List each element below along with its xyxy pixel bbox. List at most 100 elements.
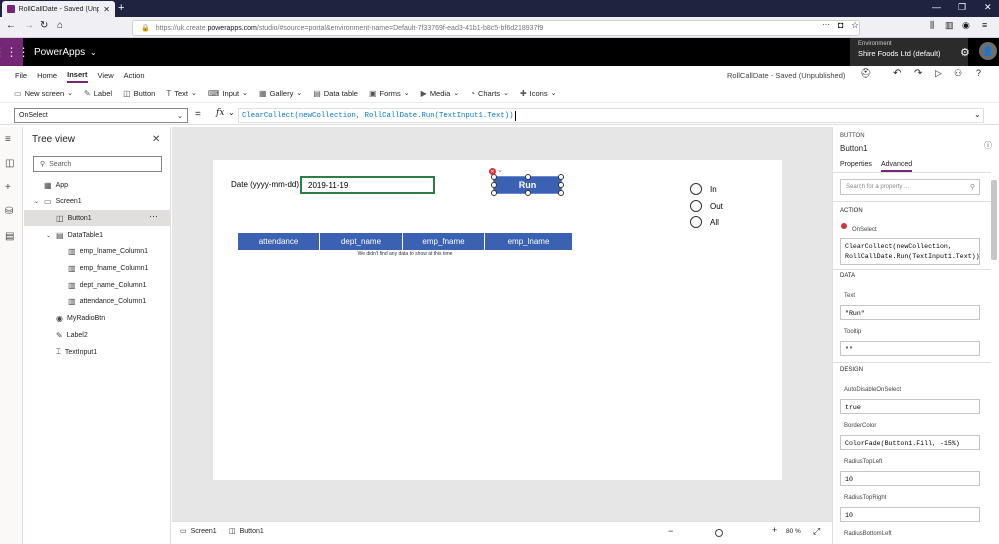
close-icon[interactable]: ✕ [152,134,160,145]
ribbon-button-icons[interactable]: ✚ Icons ⌄ [520,89,557,98]
resize-handle[interactable] [525,174,531,180]
ribbon-button-new-screen[interactable]: ▭ New screen ⌄ [14,89,73,98]
ribbon-button-media[interactable]: ▶ Media ⌄ [421,89,459,98]
menu-home[interactable]: Home [37,69,57,82]
ribbon-button-data-table[interactable]: ▤ Data table [313,89,358,98]
app-launcher-icon[interactable]: ⋮⋮⋮ [0,38,30,66]
tab-advanced[interactable]: Advanced [881,161,913,172]
tree-view-icon[interactable]: ◫ [5,158,14,169]
page-actions-icon[interactable]: ··· [822,20,830,29]
menu-action[interactable]: Action [124,69,145,82]
resize-handle[interactable] [558,182,564,188]
tree-item[interactable]: ▦ App [24,177,171,193]
close-tab-icon[interactable]: ✕ [103,5,110,14]
back-icon[interactable]: ← [6,20,16,31]
resize-handle[interactable] [491,182,497,188]
property-search-input[interactable]: Search for a property ... ⚲ [840,179,980,195]
formula-expand-icon[interactable]: ⌄ [974,110,981,119]
resize-handle[interactable] [558,174,564,180]
tree-search-input[interactable]: ⚲ Search [33,156,162,172]
help-icon[interactable]: ? [976,68,981,78]
tree-item[interactable]: ▥ emp_lname_Column1 [24,244,171,260]
onselect-formula-input[interactable]: ClearCollect(newCollection, RollCallDate… [840,238,980,265]
zoom-slider[interactable] [715,529,723,537]
environment-picker[interactable]: Environment Shire Foods Ltd (default) [850,38,968,66]
date-label[interactable]: Date (yyyy-mm-dd) [231,180,299,189]
pocket-icon[interactable]: ◘ [838,20,843,30]
ribbon-button-gallery[interactable]: ▦ Gallery ⌄ [259,89,302,98]
chevron-down-icon[interactable]: ⌄ [46,232,52,239]
undo-icon[interactable]: ↶ [893,68,901,79]
minimize-icon[interactable]: — [932,2,941,12]
tree-item[interactable]: ▥ attendance_Column1 [24,294,171,310]
column-header[interactable]: dept_name [320,233,403,250]
new-tab-icon[interactable]: + [118,2,124,14]
settings-gear-icon[interactable]: ⚙ [960,46,970,59]
fx-button[interactable]: fx [216,108,224,118]
tree-item[interactable]: ◉ MyRadioBtn [24,311,171,327]
tree-item[interactable]: ⌄ ▤ DataTable1 [24,227,171,243]
redo-icon[interactable]: ↷ [914,68,922,79]
advanced-tools-icon[interactable]: ▤ [5,231,14,242]
zoom-in-button[interactable]: + [772,525,777,535]
tree-item[interactable]: ⌄ ▭ Screen1 [24,194,171,210]
close-window-icon[interactable]: ✕ [984,2,992,13]
app-name[interactable]: PowerApps [34,47,85,58]
column-header[interactable]: emp_fname [403,233,485,250]
column-header[interactable]: attendance [238,233,320,250]
text-property-input[interactable]: "Run" [840,305,980,320]
property-dropdown[interactable]: OnSelect ⌄ [14,108,188,123]
radiustopleft-input[interactable]: 10 [840,471,980,486]
column-header[interactable]: emp_lname [485,233,572,250]
ribbon-button-text[interactable]: T Text ⌄ [166,89,197,98]
error-icon[interactable]: ✕ [489,168,496,175]
ribbon-button-charts[interactable]: ◔ Charts ⌄ [470,89,509,98]
insert-plus-icon[interactable]: + [5,182,11,193]
account-icon[interactable]: ◉ [962,20,970,31]
panel-scrollbar[interactable] [991,180,997,260]
tree-item[interactable]: ▥ emp_fname_Column1 [24,261,171,277]
error-chevron-icon[interactable]: ⌄ [497,166,503,174]
more-options-icon[interactable]: ··· [149,211,158,221]
share-user-icon[interactable]: ⚇ [954,68,962,79]
data-table-header[interactable]: attendance dept_name emp_fname emp_lname [238,233,572,250]
preview-play-icon[interactable]: ▷ [935,68,942,79]
menu-file[interactable]: File [15,69,27,82]
help-circle-icon[interactable]: ⓘ [984,140,992,151]
hamburger-menu-icon[interactable]: ≡ [5,134,11,145]
fit-to-window-icon[interactable]: ⤢ [813,526,820,537]
forward-icon[interactable]: → [24,20,34,31]
chevron-down-icon[interactable]: ⌄ [34,198,40,205]
browser-menu-icon[interactable]: ≡ [982,20,987,30]
radio-option-all[interactable]: All [690,216,719,228]
reload-icon[interactable]: ↻ [40,20,48,31]
avatar[interactable]: 👤 [979,42,997,60]
resize-handle[interactable] [558,190,564,196]
tree-item[interactable]: ✎ Label2 [24,327,171,343]
formula-input[interactable]: ClearCollect(newCollection, RollCallDate… [238,108,984,123]
control-breadcrumb[interactable]: ◫ Button1 [229,527,264,536]
resize-handle[interactable] [491,190,497,196]
browser-tab[interactable]: RollCallDate - Saved (Unpublis ✕ [2,1,115,17]
autodisable-input[interactable]: true [840,399,980,414]
date-text-input[interactable]: 2019-11-19 [300,176,435,194]
ribbon-button-label[interactable]: ✎ Label [84,89,112,98]
tooltip-property-input[interactable]: "" [840,341,980,356]
menu-insert[interactable]: Insert [67,68,88,83]
tree-item[interactable]: ▥ dept_name_Column1 [24,277,171,293]
sidebar-icon[interactable]: ▥ [945,20,954,31]
radio-option-in[interactable]: In [690,183,717,195]
radio-option-out[interactable]: Out [690,200,723,212]
data-sources-icon[interactable]: ⛁ [5,206,13,217]
bookmark-star-icon[interactable]: ☆ [851,20,859,31]
tree-item[interactable]: ⌶ TextInput1 [24,344,171,360]
ribbon-button-forms[interactable]: ▣ Forms ⌄ [369,89,410,98]
bordercolor-input[interactable]: ColorFade(Button1.Fill, -15%) [840,435,980,450]
tab-properties[interactable]: Properties [840,161,872,168]
fx-chevron-icon[interactable]: ⌄ [228,108,235,117]
radiustopright-input[interactable]: 10 [840,507,980,522]
library-icon[interactable]: ⫼ [930,20,934,31]
app-name-chevron-icon[interactable]: ⌄ [90,48,97,57]
control-name[interactable]: Button1 [840,144,868,153]
menu-view[interactable]: View [98,69,114,82]
